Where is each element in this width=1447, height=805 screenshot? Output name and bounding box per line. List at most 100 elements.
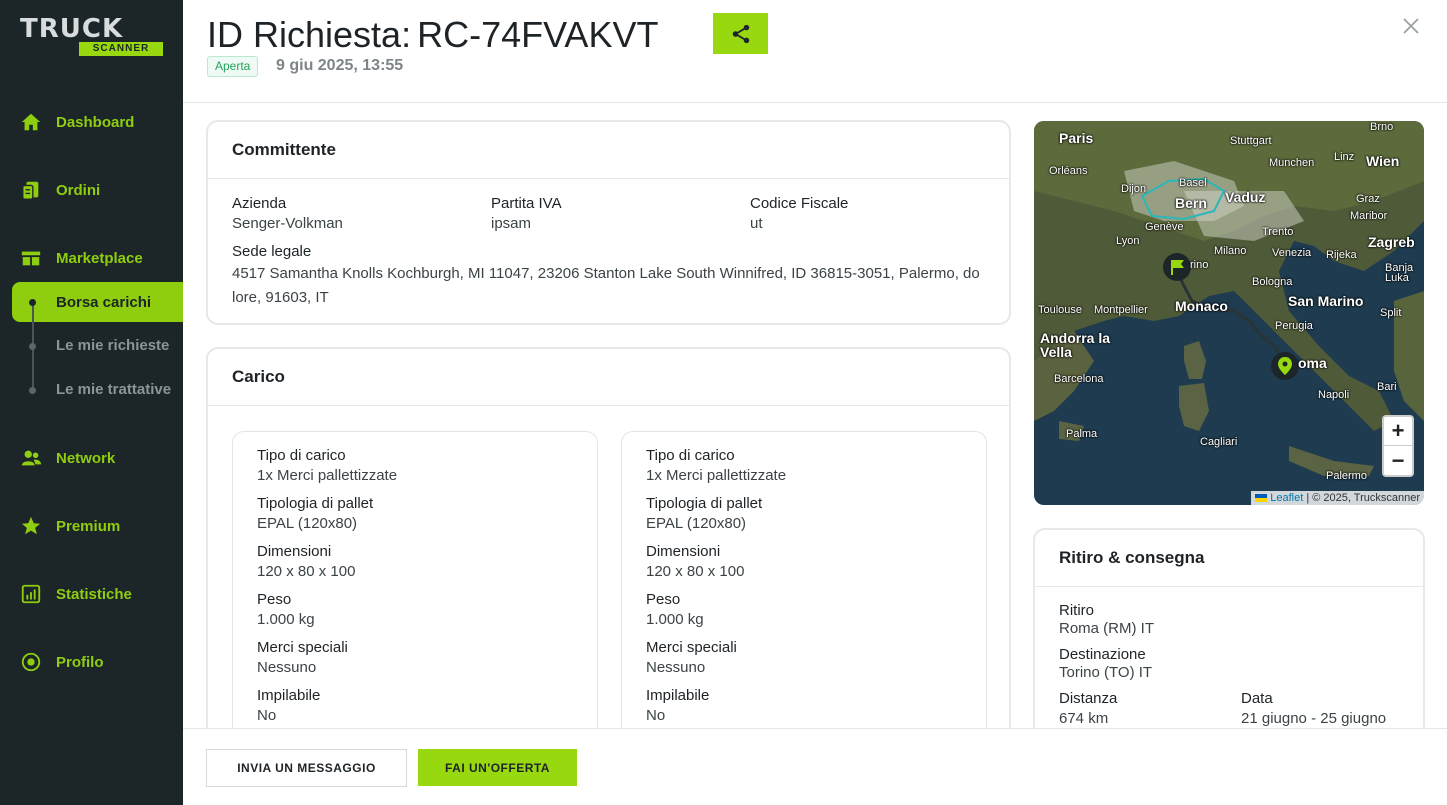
nav-statistiche[interactable]: Statistiche: [20, 582, 132, 606]
nav-network[interactable]: Network: [20, 446, 115, 470]
map-label: Cagliari: [1200, 436, 1238, 448]
speciali-value: Nessuno: [257, 659, 317, 676]
page-header: ID Richiesta: RC-74FVAKVT Aperta 9 giu 20…: [183, 0, 1447, 103]
carico-card: Carico Tipo di carico 1x Merci pallettiz…: [206, 347, 1011, 771]
request-date: 9 giu 2025, 13:55: [276, 57, 404, 74]
home-icon: [21, 113, 41, 131]
data-field: Data 21 giugno - 25 giugno: [1241, 690, 1386, 727]
sidebar: TRUCK SCANNER Dashboard Ordini Marketpla…: [0, 0, 183, 805]
chart-icon: [21, 584, 41, 604]
nav-ordini[interactable]: Ordini: [20, 178, 100, 202]
pallet-label: Tipologia di pallet: [646, 495, 763, 512]
map-label: Palermo: [1326, 470, 1367, 482]
sub-nav-borsa-carichi-label: Borsa carichi: [56, 293, 152, 311]
data-value: 21 giugno - 25 giugno: [1241, 710, 1387, 727]
peso-label: Peso: [646, 591, 681, 608]
network-icon: [21, 450, 42, 466]
map-label: Brno: [1370, 121, 1394, 133]
azienda-field: Azienda Senger-Volkman: [232, 195, 343, 232]
nav-network-label: Network: [56, 449, 116, 467]
cf-label: Codice Fiscale: [750, 195, 849, 212]
map-label: Bari: [1377, 381, 1397, 393]
title-prefix: ID Richiesta:: [207, 14, 412, 55]
map-label: Monaco: [1175, 298, 1228, 314]
map-label: Milano: [1214, 245, 1247, 257]
committente-card: Committente Azienda Senger-Volkman Parti…: [206, 120, 1011, 325]
speciali-label: Merci speciali: [646, 639, 737, 656]
cf-field: Codice Fiscale ut: [750, 195, 848, 232]
tipo-field: Tipo di carico 1x Merci pallettizzate: [646, 447, 786, 484]
azienda-label: Azienda: [232, 195, 287, 212]
impilabile-label: Impilabile: [646, 687, 710, 704]
pallet-field: Tipologia di pallet EPAL (120x80): [646, 495, 762, 532]
map-label: Bologna: [1252, 276, 1293, 288]
send-message-button[interactable]: INVIA UN MESSAGGIO: [206, 749, 407, 787]
map-label: Genève: [1145, 221, 1184, 233]
ritiro-label: Ritiro: [1059, 602, 1095, 619]
speciali-field: Merci speciali Nessuno: [257, 639, 348, 676]
map-label: Graz: [1356, 193, 1380, 205]
sede-field: Sede legale 4517 Samantha Knolls Kochbur…: [232, 243, 992, 310]
carico-item: Tipo di carico 1x Merci pallettizzate Ti…: [232, 431, 598, 771]
impilabile-value: No: [257, 707, 277, 724]
map-label: Munchen: [1269, 157, 1315, 169]
dim-field: Dimensioni 120 x 80 x 100: [257, 543, 355, 580]
map-label: Andorra la Vella: [1040, 330, 1111, 360]
nav-profilo[interactable]: Profilo: [20, 650, 104, 674]
peso-value: 1.000 kg: [257, 611, 315, 628]
impilabile-value: No: [646, 707, 666, 724]
map-label: Vaduz: [1225, 189, 1266, 205]
ritiro-field: Ritiro Roma (RM) IT: [1059, 602, 1154, 637]
make-offer-button[interactable]: FAI UN'OFFERTA: [418, 749, 577, 786]
peso-label: Peso: [257, 591, 292, 608]
peso-field: Peso 1.000 kg: [646, 591, 704, 628]
speciali-label: Merci speciali: [257, 639, 348, 656]
map-label: oma: [1298, 355, 1327, 371]
sub-nav-le-mie-trattative[interactable]: Le mie trattative: [56, 381, 171, 398]
action-footer: INVIA UN MESSAGGIO FAI UN'OFFERTA: [183, 728, 1447, 805]
pallet-label: Tipologia di pallet: [257, 495, 374, 512]
pallet-value: EPAL (120x80): [257, 515, 358, 532]
nav-marketplace[interactable]: Marketplace: [20, 246, 143, 270]
cf-value: ut: [750, 215, 763, 232]
close-icon[interactable]: [1401, 16, 1421, 36]
destinazione-label: Destinazione: [1059, 646, 1146, 663]
map-label: Paris: [1059, 130, 1094, 146]
distanza-field: Distanza 674 km: [1059, 690, 1117, 727]
map-label: Wien: [1366, 153, 1400, 169]
map-label: rino: [1190, 259, 1209, 271]
zoom-out-button[interactable]: −: [1384, 446, 1412, 475]
nav-dashboard[interactable]: Dashboard: [20, 110, 134, 134]
attribution-text: | © 2025, Truckscanner: [1306, 492, 1420, 504]
data-label: Data: [1241, 690, 1273, 707]
sub-nav-borsa-carichi[interactable]: Borsa carichi: [12, 282, 183, 322]
nav-premium[interactable]: Premium: [20, 514, 120, 538]
destinazione-value: Torino (TO) IT: [1059, 664, 1153, 681]
nav-dashboard-label: Dashboard: [56, 113, 135, 131]
profile-icon: [21, 652, 41, 672]
truckscanner-logo[interactable]: TRUCK SCANNER: [20, 16, 164, 58]
leaflet-link[interactable]: Leaflet: [1270, 492, 1303, 504]
committente-title: Committente: [208, 122, 1009, 179]
zoom-in-button[interactable]: +: [1384, 417, 1412, 446]
logo-text-scanner: SCANNER: [79, 42, 163, 56]
ritiro-consegna-title: Ritiro & consegna: [1035, 530, 1423, 587]
map-label: Basel: [1179, 177, 1207, 189]
share-button[interactable]: [713, 13, 768, 54]
map-label: Linz: [1334, 151, 1355, 163]
impilabile-field: Impilabile No: [646, 687, 709, 724]
map-zoom-control: + −: [1382, 415, 1414, 477]
azienda-value: Senger-Volkman: [232, 215, 343, 232]
map-label: Rijeka: [1326, 249, 1357, 261]
marketplace-icon: [21, 251, 41, 266]
tipo-label: Tipo di carico: [257, 447, 346, 464]
route-map[interactable]: Paris Stuttgart Brno Munchen Linz Wien O…: [1034, 121, 1424, 505]
sub-nav-le-mie-richieste[interactable]: Le mie richieste: [56, 337, 169, 354]
sub-nav-dot-active: [29, 299, 36, 306]
nav-statistiche-label: Statistiche: [56, 585, 132, 603]
map-label: Split: [1380, 307, 1402, 319]
map-label: Venezia: [1272, 247, 1312, 259]
map-label: San Marino: [1288, 293, 1364, 309]
ritiro-value: Roma (RM) IT: [1059, 620, 1154, 637]
nav-profilo-label: Profilo: [56, 653, 104, 671]
